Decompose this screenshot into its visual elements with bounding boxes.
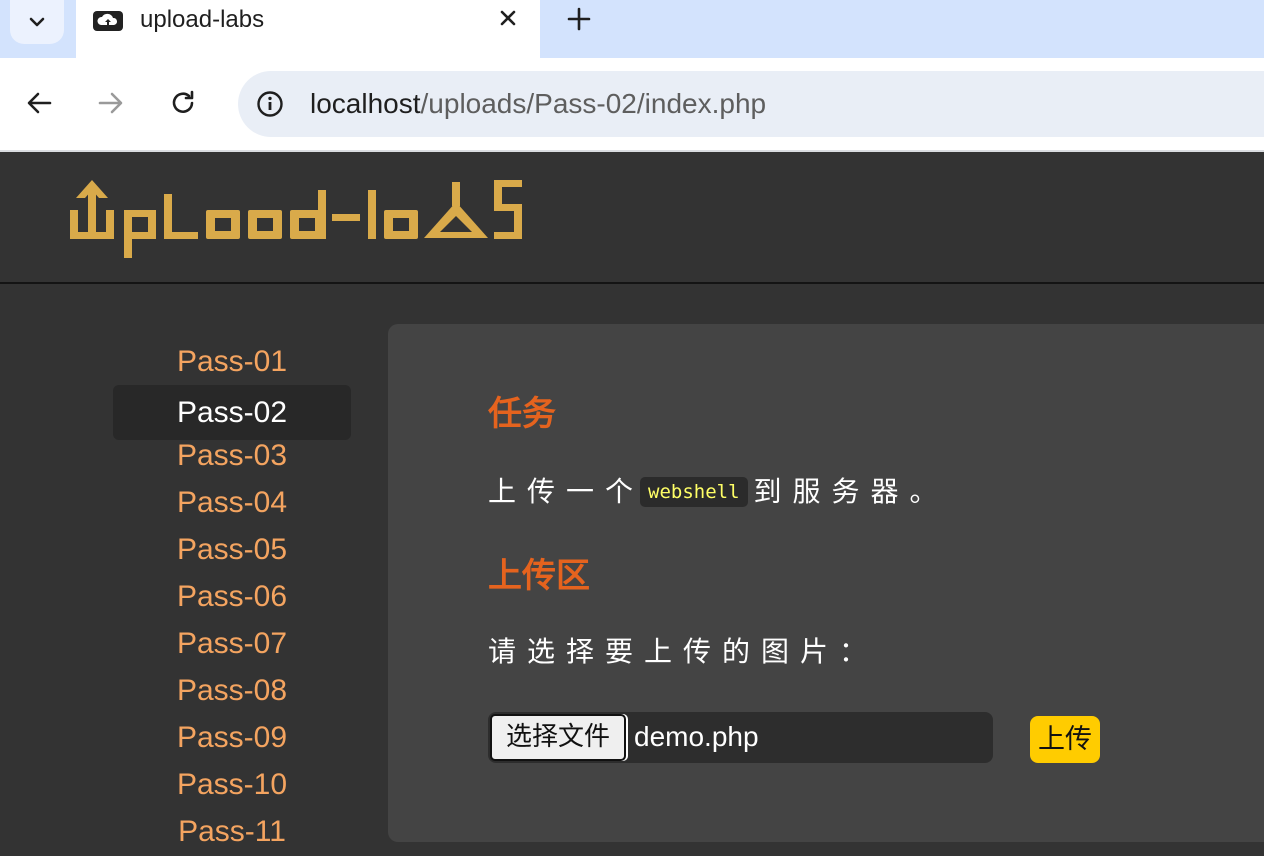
url-path: /uploads/Pass-02/index.php [420, 88, 767, 119]
header-divider [0, 282, 1264, 284]
info-icon[interactable] [256, 90, 284, 118]
url-text: localhost/uploads/Pass-02/index.php [310, 87, 766, 121]
content-panel: 任务 上传一个 webshell 到服务器。 上传区 请选择要上传的图片： 选择文件… [388, 324, 1264, 842]
cloud-upload-icon [93, 11, 123, 31]
task-heading: 任务 [488, 394, 556, 434]
sidebar-item-pass-05[interactable]: Pass-05 [113, 526, 351, 573]
upload-labs-logo[interactable] [68, 176, 528, 260]
back-arrow-icon[interactable] [24, 88, 54, 118]
sidebar-item-pass-06[interactable]: Pass-06 [113, 573, 351, 620]
close-icon[interactable] [496, 6, 520, 30]
sidebar-item-pass-09[interactable]: Pass-09 [113, 714, 351, 761]
task-text-before: 上传一个 [488, 475, 645, 508]
url-host: localhost [310, 88, 421, 119]
sidebar-item-pass-01[interactable]: Pass-01 [113, 338, 351, 385]
tab-title: upload-labs [140, 6, 265, 33]
upload-button[interactable]: 上传 [1030, 716, 1100, 763]
sidebar-item-pass-04[interactable]: Pass-04 [113, 479, 351, 526]
sidebar-item-pass-08[interactable]: Pass-08 [113, 667, 351, 714]
pass-sidebar: Pass-01 Pass-02 Pass-03 Pass-04 Pass-05 … [113, 338, 351, 855]
choose-file-button[interactable]: 选择文件 [490, 714, 626, 761]
task-description: 上传一个 webshell 到服务器。 [488, 470, 949, 510]
sidebar-item-pass-02[interactable]: Pass-02 [113, 385, 351, 440]
reload-icon[interactable] [168, 88, 198, 118]
browser-tabstrip: upload-labs [0, 0, 1264, 58]
forward-arrow-icon[interactable] [96, 88, 126, 118]
sidebar-item-pass-11[interactable]: Pass-11 [113, 808, 351, 855]
selected-file-name: demo.php [634, 721, 759, 752]
upload-prompt: 请选择要上传的图片： [488, 635, 879, 668]
chevron-down-icon [29, 17, 45, 27]
file-input[interactable]: 选择文件 demo.php [488, 712, 993, 763]
sidebar-item-pass-10[interactable]: Pass-10 [113, 761, 351, 808]
tab-search-button[interactable] [10, 0, 64, 44]
address-bar[interactable]: localhost/uploads/Pass-02/index.php [238, 71, 1264, 137]
sidebar-item-pass-07[interactable]: Pass-07 [113, 620, 351, 667]
upload-heading: 上传区 [488, 556, 590, 596]
browser-tab[interactable]: upload-labs [76, 0, 540, 58]
task-text-after: 到服务器。 [753, 475, 949, 508]
site-header [0, 152, 1264, 282]
new-tab-plus-icon[interactable] [566, 6, 592, 32]
browser-toolbar: localhost/uploads/Pass-02/index.php [0, 58, 1264, 150]
webshell-code: webshell [640, 477, 748, 507]
